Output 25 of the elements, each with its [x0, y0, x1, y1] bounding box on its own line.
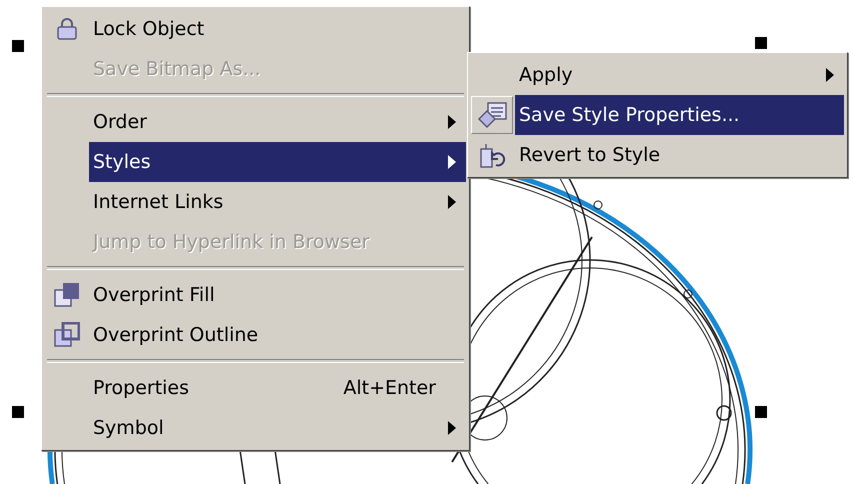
submenu-arrow-icon [826, 68, 834, 82]
padlock-icon [56, 17, 78, 41]
submenu-arrow-icon [448, 195, 456, 209]
selection-handle[interactable] [755, 37, 767, 49]
submenu-arrow-icon [448, 155, 456, 169]
menu-item[interactable]: Symbol [89, 408, 466, 448]
overlapping-squares-icon [54, 322, 80, 348]
selection-handle[interactable] [755, 406, 767, 418]
menu-item[interactable]: Revert to Style [515, 135, 844, 175]
menu-item[interactable]: Order [89, 102, 466, 142]
submenu-arrow-icon [448, 421, 456, 435]
menu-item[interactable]: Styles [89, 142, 466, 182]
selection-handle[interactable] [12, 406, 24, 418]
menu-item[interactable]: Internet Links [89, 182, 466, 222]
submenu-arrow-icon [448, 115, 456, 129]
menu-item[interactable]: Overprint Outline [89, 315, 466, 355]
menu-item[interactable]: Save Style Properties... [515, 95, 844, 135]
menu-item[interactable]: Properties Alt+Enter [89, 368, 466, 408]
menu-item[interactable]: Overprint Fill [89, 275, 466, 315]
style-sheet-icon [477, 101, 507, 129]
selection-handle[interactable] [12, 40, 24, 52]
menu-item[interactable]: Apply [515, 55, 844, 95]
tag-revert-icon [478, 141, 508, 169]
overlapping-squares-icon [54, 282, 80, 308]
menu-item[interactable]: Lock Object [89, 9, 466, 49]
